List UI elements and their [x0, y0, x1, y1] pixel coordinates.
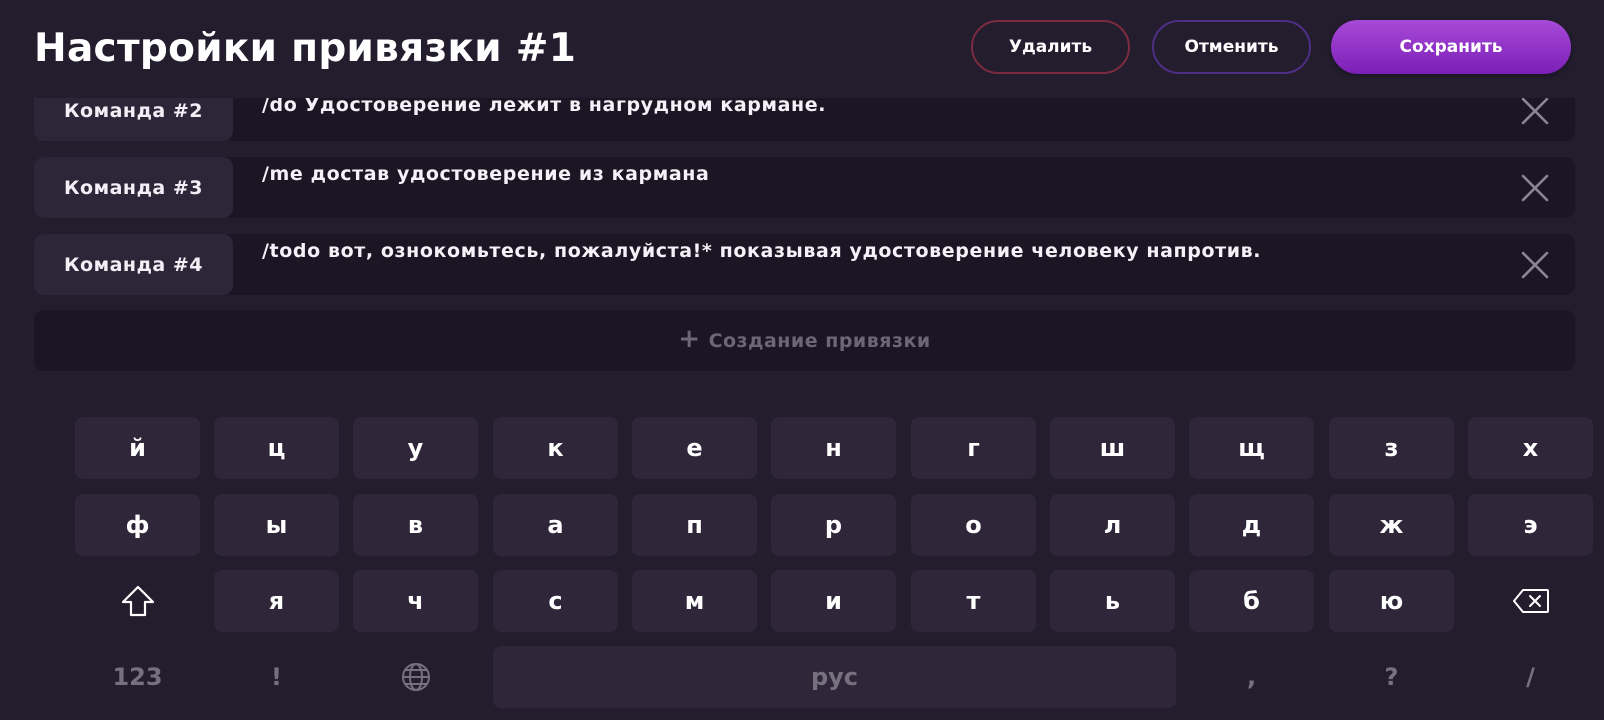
key-а[interactable]: а [493, 494, 618, 556]
command-label[interactable]: Команда #3 [34, 157, 233, 218]
cancel-button[interactable]: Отменить [1152, 20, 1311, 74]
key-е[interactable]: е [632, 417, 757, 479]
language-key[interactable] [353, 646, 478, 708]
command-text[interactable]: /todo вот, ознокомьтесь, пожалуйста!* по… [262, 240, 1261, 262]
key-р[interactable]: р [771, 494, 896, 556]
key-ж[interactable]: ж [1329, 494, 1454, 556]
page-title: Настройки привязки #1 [34, 26, 577, 71]
key-д[interactable]: д [1189, 494, 1314, 556]
key-ь[interactable]: ь [1050, 570, 1175, 632]
key-г[interactable]: г [911, 417, 1036, 479]
key-ч[interactable]: ч [353, 570, 478, 632]
key-о[interactable]: о [911, 494, 1036, 556]
key-м[interactable]: м [632, 570, 757, 632]
key-э[interactable]: э [1468, 494, 1593, 556]
command-row: Команда #4 /todo вот, ознокомьтесь, пожа… [34, 234, 1575, 295]
key-ы[interactable]: ы [214, 494, 339, 556]
close-icon[interactable] [1520, 173, 1550, 203]
key-й[interactable]: й [75, 417, 200, 479]
delete-button[interactable]: Удалить [971, 20, 1130, 74]
header: Настройки привязки #1 Удалить Отменить С… [0, 0, 1604, 98]
comma-key[interactable]: , [1189, 646, 1314, 708]
close-icon[interactable] [1520, 96, 1550, 126]
plus-icon: + [678, 323, 701, 354]
backspace-key[interactable] [1468, 570, 1593, 632]
key-с[interactable]: с [493, 570, 618, 632]
key-л[interactable]: л [1050, 494, 1175, 556]
key-ш[interactable]: ш [1050, 417, 1175, 479]
key-у[interactable]: у [353, 417, 478, 479]
shift-key[interactable] [75, 570, 200, 632]
key-в[interactable]: в [353, 494, 478, 556]
key-щ[interactable]: щ [1189, 417, 1314, 479]
slash-key[interactable]: / [1468, 646, 1593, 708]
command-text[interactable]: /me достав удостоверение из кармана [262, 163, 709, 185]
exclamation-key[interactable]: ! [214, 646, 339, 708]
globe-icon [401, 663, 430, 691]
key-и[interactable]: и [771, 570, 896, 632]
save-button[interactable]: Сохранить [1331, 20, 1571, 74]
key-п[interactable]: п [632, 494, 757, 556]
key-ф[interactable]: ф [75, 494, 200, 556]
binding-settings-screen: Команда #2 /do Удостоверение лежит в наг… [0, 0, 1604, 720]
key-з[interactable]: з [1329, 417, 1454, 479]
key-н[interactable]: н [771, 417, 896, 479]
space-key[interactable]: рус [493, 646, 1176, 708]
key-к[interactable]: к [493, 417, 618, 479]
question-key[interactable]: ? [1329, 646, 1454, 708]
command-row: Команда #3 /me достав удостоверение из к… [34, 157, 1575, 218]
key-ю[interactable]: ю [1329, 570, 1454, 632]
key-т[interactable]: т [911, 570, 1036, 632]
command-label[interactable]: Команда #4 [34, 234, 233, 295]
key-б[interactable]: б [1189, 570, 1314, 632]
key-ц[interactable]: ц [214, 417, 339, 479]
numbers-key[interactable]: 123 [75, 646, 200, 708]
backspace-icon [1512, 589, 1549, 613]
shift-icon [121, 585, 154, 617]
key-х[interactable]: х [1468, 417, 1593, 479]
add-binding-label: Создание привязки [708, 329, 931, 352]
close-icon[interactable] [1520, 250, 1550, 280]
key-я[interactable]: я [214, 570, 339, 632]
add-binding-button[interactable]: + Создание привязки [34, 310, 1575, 371]
